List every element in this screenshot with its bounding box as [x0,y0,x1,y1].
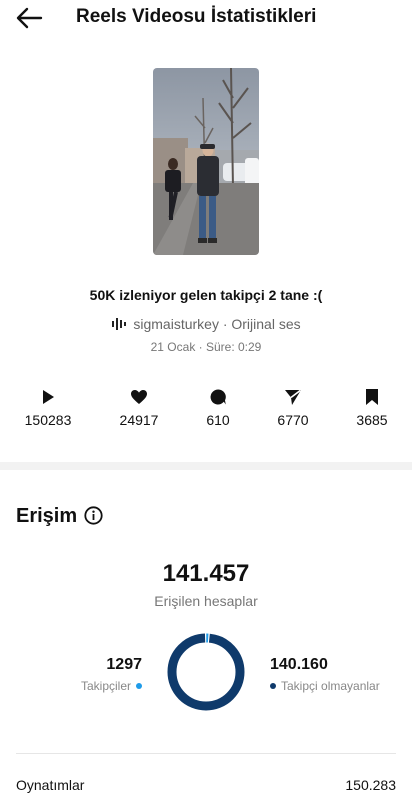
non-followers-legend: Takipçi olmayanlar [270,679,380,693]
plays-count: 150283 [24,412,72,428]
plays-row-label: Oynatımlar [16,777,85,793]
reach-total: 141.457 [162,560,250,587]
plays-stat: 150283 [8,388,88,428]
followers-dot [136,683,142,689]
followers-count: 1297 [106,656,142,673]
followers-label: Takipçiler [80,679,131,693]
non-followers-count: 140.160 [270,656,328,673]
likes-stat: 24917 [99,388,179,428]
play-icon [43,390,54,404]
comments-count: 610 [206,412,230,428]
followers-legend: Takipçiler [81,679,142,693]
top-bar: Reels Videosu İstatistikleri [0,0,412,36]
reel-caption: 50K izleniyor gelen takipçi 2 tane :( [89,287,323,303]
info-icon[interactable] [84,506,103,525]
saves-stat: 3685 [332,388,412,428]
share-icon [285,389,301,405]
shares-count: 6770 [277,412,309,428]
reel-thumbnail[interactable] [153,68,259,255]
audio-wave-icon [112,318,127,330]
comments-stat: 610 [178,388,258,428]
audio-info[interactable]: sigmaisturkey · Orijinal ses [0,316,412,332]
non-followers-segment [167,633,245,711]
reach-donut-chart [167,633,245,711]
comment-icon [210,389,226,405]
bookmark-icon [366,389,378,405]
reach-title: Erişim [16,505,78,527]
page-title: Reels Videosu İstatistikleri [76,6,317,27]
likes-count: 24917 [119,412,159,428]
section-divider [0,462,412,470]
plays-row-value: 150.283 [345,777,396,793]
non-followers-label: Takipçi olmayanlar [281,679,380,693]
shares-stat: 6770 [253,388,333,428]
heart-icon [131,390,147,404]
reel-thumbnail-image [153,68,259,255]
divider [16,753,396,754]
audio-label: sigmaisturkey · Orijinal ses [133,316,301,332]
non-followers-dot [270,683,276,689]
arrow-left-icon[interactable] [14,6,44,30]
engagement-stats: 150283 24917 610 6770 3685 [0,388,412,434]
reel-meta: 21 Ocak · Süre: 0:29 [150,340,262,354]
reach-total-label: Erişilen hesaplar [154,593,258,609]
saves-count: 3685 [356,412,388,428]
